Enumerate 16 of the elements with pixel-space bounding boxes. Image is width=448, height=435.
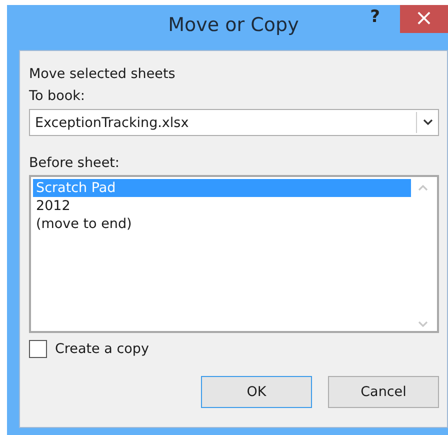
ok-button[interactable]: OK xyxy=(201,376,312,408)
before-sheet-label: Before sheet: xyxy=(29,154,120,173)
scroll-down-icon[interactable] xyxy=(418,321,428,327)
help-button[interactable]: ? xyxy=(366,7,384,27)
to-book-label: To book: xyxy=(29,87,86,106)
list-item[interactable]: (move to end) xyxy=(33,215,411,233)
list-item[interactable]: 2012 xyxy=(33,197,411,215)
cancel-button[interactable]: Cancel xyxy=(328,376,439,408)
heading-label: Move selected sheets xyxy=(29,65,176,84)
scroll-up-icon[interactable] xyxy=(418,185,428,191)
chevron-down-icon xyxy=(422,119,432,126)
close-button[interactable]: × xyxy=(400,5,448,33)
checkbox[interactable] xyxy=(29,340,47,358)
window-title: Move or Copy xyxy=(168,14,299,36)
create-copy-label: Create a copy xyxy=(55,341,149,357)
book-dropdown[interactable]: ExceptionTracking.xlsx xyxy=(29,109,439,136)
